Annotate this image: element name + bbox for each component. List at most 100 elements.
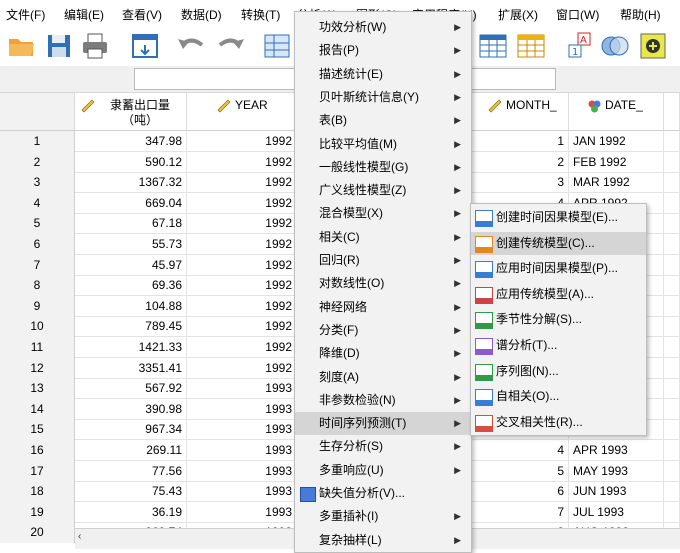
analyze-menu-item[interactable]: 多重插补(I) ▶ xyxy=(295,505,471,528)
row-number[interactable]: 5 xyxy=(0,213,75,235)
cell-year[interactable]: 1992 xyxy=(187,213,297,235)
analyze-menu-item[interactable]: 相关(C) ▶ xyxy=(295,226,471,249)
cell-year[interactable]: 1993 xyxy=(187,398,297,420)
analyze-menu-item[interactable]: 对数线性(O) ▶ xyxy=(295,272,471,295)
cell-ext[interactable]: 45.97 xyxy=(75,254,187,276)
analyze-menu-item[interactable]: 一般线性模型(G) ▶ xyxy=(295,156,471,179)
custom-icon[interactable] xyxy=(638,31,668,61)
cell-empty[interactable] xyxy=(664,460,680,482)
cell-empty[interactable] xyxy=(664,151,680,173)
cell-ext[interactable]: 36.19 xyxy=(75,501,187,523)
cell-ext[interactable]: 69.36 xyxy=(75,275,187,297)
cell-year[interactable]: 1992 xyxy=(187,172,297,194)
menu-data[interactable]: 数据(D) xyxy=(181,6,222,23)
row-number[interactable]: 6 xyxy=(0,234,75,255)
cell-ext[interactable]: 77.56 xyxy=(75,460,187,482)
time-series-menu-item[interactable]: 序列图(N)... xyxy=(471,360,646,383)
time-series-menu-item[interactable]: 应用传统模型(A)... xyxy=(471,283,646,306)
cell-empty[interactable] xyxy=(664,337,680,358)
analyze-menu-item[interactable]: 回归(R) ▶ xyxy=(295,249,471,272)
cell-month[interactable]: 7 xyxy=(472,501,569,523)
time-series-menu-item[interactable]: 交叉相关性(R)... xyxy=(471,411,646,434)
select-cases-icon[interactable] xyxy=(516,31,546,61)
undo-icon[interactable] xyxy=(176,31,206,61)
cell-year[interactable]: 1993 xyxy=(187,378,297,400)
row-number[interactable]: 19 xyxy=(0,501,75,523)
use-sets-icon[interactable] xyxy=(600,31,630,61)
cell-year[interactable]: 1992 xyxy=(187,357,297,379)
cell-year[interactable]: 1992 xyxy=(187,295,297,317)
menu-extensions[interactable]: 扩展(X) xyxy=(498,6,538,23)
cell-ext[interactable]: 104.88 xyxy=(75,295,187,317)
goto-case-icon[interactable] xyxy=(262,31,292,61)
row-number[interactable]: 11 xyxy=(0,337,75,358)
row-number[interactable]: 1 xyxy=(0,131,75,152)
cell-empty[interactable] xyxy=(664,192,680,214)
cell-date[interactable]: MAR 1992 xyxy=(569,172,664,194)
analyze-menu-item[interactable]: 刻度(A) ▶ xyxy=(295,366,471,389)
cell-ext[interactable]: 3351.41 xyxy=(75,357,187,379)
cell-empty[interactable] xyxy=(664,501,680,523)
cell-year[interactable]: 1993 xyxy=(187,501,297,523)
cell-year[interactable]: 1992 xyxy=(187,192,297,214)
cell-empty[interactable] xyxy=(664,316,680,338)
time-series-menu-item[interactable]: 自相关(O)... xyxy=(471,385,646,408)
cell-ext[interactable]: 590.12 xyxy=(75,151,187,173)
column-header-month[interactable]: MONTH_ xyxy=(472,93,569,131)
analyze-menu-item[interactable]: 时间序列预测(T) ▶ xyxy=(295,412,471,436)
cell-month[interactable]: 4 xyxy=(472,440,569,461)
cell-year[interactable]: 1993 xyxy=(187,460,297,482)
row-number[interactable]: 4 xyxy=(0,192,75,214)
row-number[interactable]: 17 xyxy=(0,460,75,482)
cell-year[interactable]: 1993 xyxy=(187,440,297,461)
analyze-menu-item[interactable]: 广义线性模型(Z) ▶ xyxy=(295,179,471,202)
analyze-menu-item[interactable]: 复杂抽样(L) ▶ xyxy=(295,529,471,552)
row-number[interactable]: 3 xyxy=(0,172,75,194)
cell-empty[interactable] xyxy=(664,213,680,235)
cell-year[interactable]: 1992 xyxy=(187,316,297,338)
time-series-menu-item[interactable]: 创建传统模型(C)... xyxy=(471,231,646,255)
column-header-ext[interactable]: 隶蓄出口量（吨） xyxy=(75,93,187,131)
cell-ext[interactable]: 967.34 xyxy=(75,419,187,441)
cell-ext[interactable]: 669.04 xyxy=(75,192,187,214)
time-series-menu-item[interactable]: 创建时间因果模型(E)... xyxy=(471,206,646,229)
cell-date[interactable]: JUL 1993 xyxy=(569,501,664,523)
cell-month[interactable]: 2 xyxy=(472,151,569,173)
cell-empty[interactable] xyxy=(664,440,680,461)
analyze-menu-item[interactable]: 降维(D) ▶ xyxy=(295,342,471,365)
cell-year[interactable]: 1992 xyxy=(187,131,297,152)
cell-empty[interactable] xyxy=(664,481,680,503)
menu-view[interactable]: 查看(V) xyxy=(122,6,162,23)
print-icon[interactable] xyxy=(80,31,110,61)
cell-ext[interactable]: 269.11 xyxy=(75,440,187,461)
cell-date[interactable]: MAY 1993 xyxy=(569,460,664,482)
menu-file[interactable]: 文件(F) xyxy=(6,6,45,23)
cell-date[interactable]: FEB 1992 xyxy=(569,151,664,173)
analyze-menu-item[interactable]: 缺失值分析(V)... xyxy=(295,482,471,505)
scroll-left-icon[interactable]: ‹ xyxy=(78,531,81,542)
analyze-menu-item[interactable]: 分类(F) ▶ xyxy=(295,319,471,342)
menu-transform[interactable]: 转换(T) xyxy=(241,6,280,23)
cell-ext[interactable]: 390.98 xyxy=(75,398,187,420)
row-number[interactable]: 16 xyxy=(0,440,75,461)
cell-date[interactable]: JUN 1993 xyxy=(569,481,664,503)
time-series-menu-item[interactable]: 应用时间因果模型(P)... xyxy=(471,257,646,280)
save-icon[interactable] xyxy=(44,31,74,61)
cell-ext[interactable]: 1367.32 xyxy=(75,172,187,194)
row-number[interactable]: 8 xyxy=(0,275,75,297)
cell-year[interactable]: 1993 xyxy=(187,481,297,503)
corner-cell[interactable] xyxy=(0,93,75,131)
cell-empty[interactable] xyxy=(664,398,680,420)
column-header-date[interactable]: DATE_ xyxy=(569,93,664,131)
split-file-icon[interactable] xyxy=(478,31,508,61)
analyze-menu-item[interactable]: 贝叶斯统计信息(Y) ▶ xyxy=(295,86,471,109)
cell-empty[interactable] xyxy=(664,254,680,276)
cell-year[interactable]: 1993 xyxy=(187,419,297,441)
cell-year[interactable]: 1992 xyxy=(187,254,297,276)
cell-year[interactable]: 1992 xyxy=(187,337,297,358)
dialog-recall-icon[interactable] xyxy=(130,31,160,61)
time-series-menu-item[interactable]: 谱分析(T)... xyxy=(471,334,646,357)
cell-ext[interactable]: 75.43 xyxy=(75,481,187,503)
cell-empty[interactable] xyxy=(664,378,680,400)
analyze-menu-item[interactable]: 描述统计(E) ▶ xyxy=(295,63,471,86)
